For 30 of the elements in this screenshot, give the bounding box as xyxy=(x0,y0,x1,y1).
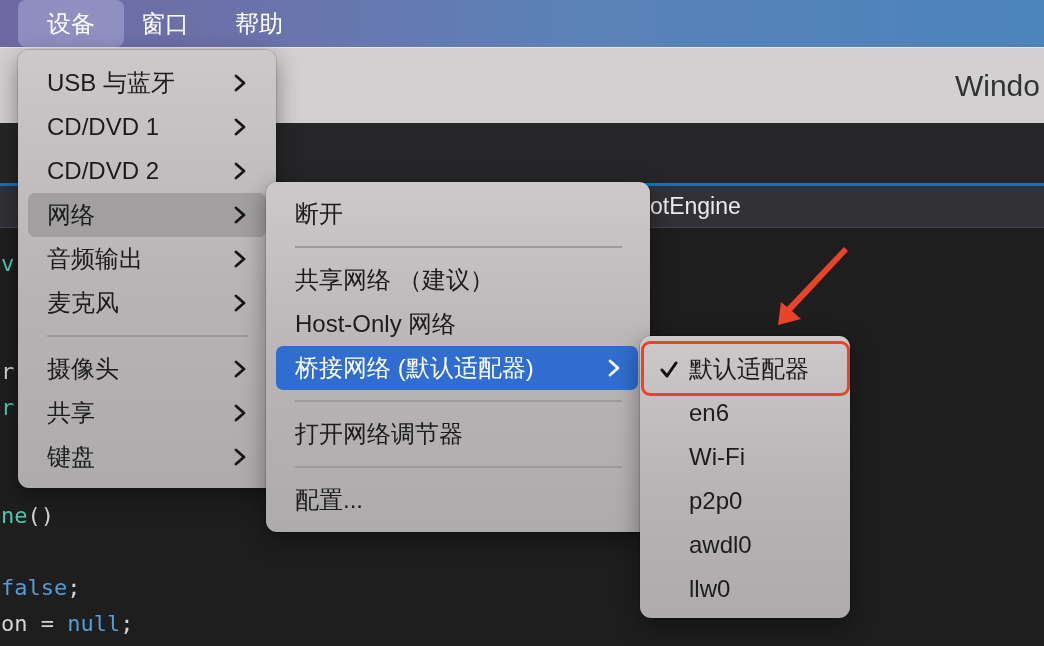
code-line: false; xyxy=(1,574,81,602)
code-line: ne() xyxy=(1,502,54,530)
menu-item[interactable]: 断开 xyxy=(276,192,638,236)
code-line: v xyxy=(1,250,15,278)
code-line: r xyxy=(1,394,15,422)
menu-item[interactable]: 默认适配器 xyxy=(650,347,840,391)
menu-item[interactable]: 共享 xyxy=(28,391,266,435)
menu-item[interactable]: USB 与蓝牙 xyxy=(28,61,266,105)
menu-item[interactable]: CD/DVD 1 xyxy=(28,105,266,149)
menu-item[interactable]: 共享网络 （建议） xyxy=(276,258,638,302)
menu-item[interactable]: 摄像头 xyxy=(28,347,266,391)
code-line: r xyxy=(1,358,15,386)
menu-item[interactable]: CD/DVD 2 xyxy=(28,149,266,193)
code-line: on = null; xyxy=(1,610,134,638)
menu-item[interactable]: llw0 xyxy=(650,567,840,611)
menu-bar-item[interactable]: 帮助 xyxy=(212,0,306,47)
window-title: Windo xyxy=(954,68,1040,103)
menu-item[interactable]: 配置... xyxy=(276,478,638,522)
menu-item[interactable]: 打开网络调节器 xyxy=(276,412,638,456)
menu-item[interactable]: p2p0 xyxy=(650,479,840,523)
editor-tab[interactable]: otEngine xyxy=(650,193,741,220)
menu-item[interactable]: 麦克风 xyxy=(28,281,266,325)
menu-item[interactable]: awdl0 xyxy=(650,523,840,567)
menu-item[interactable]: 桥接网络 (默认适配器) xyxy=(276,346,638,390)
menu-item[interactable]: Host-Only 网络 xyxy=(276,302,638,346)
menu-item[interactable]: Wi-Fi xyxy=(650,435,840,479)
menu-item[interactable]: 键盘 xyxy=(28,435,266,479)
menu-item[interactable]: 音频输出 xyxy=(28,237,266,281)
menu-item[interactable]: en6 xyxy=(650,391,840,435)
menu-item[interactable]: 网络 xyxy=(28,193,266,237)
